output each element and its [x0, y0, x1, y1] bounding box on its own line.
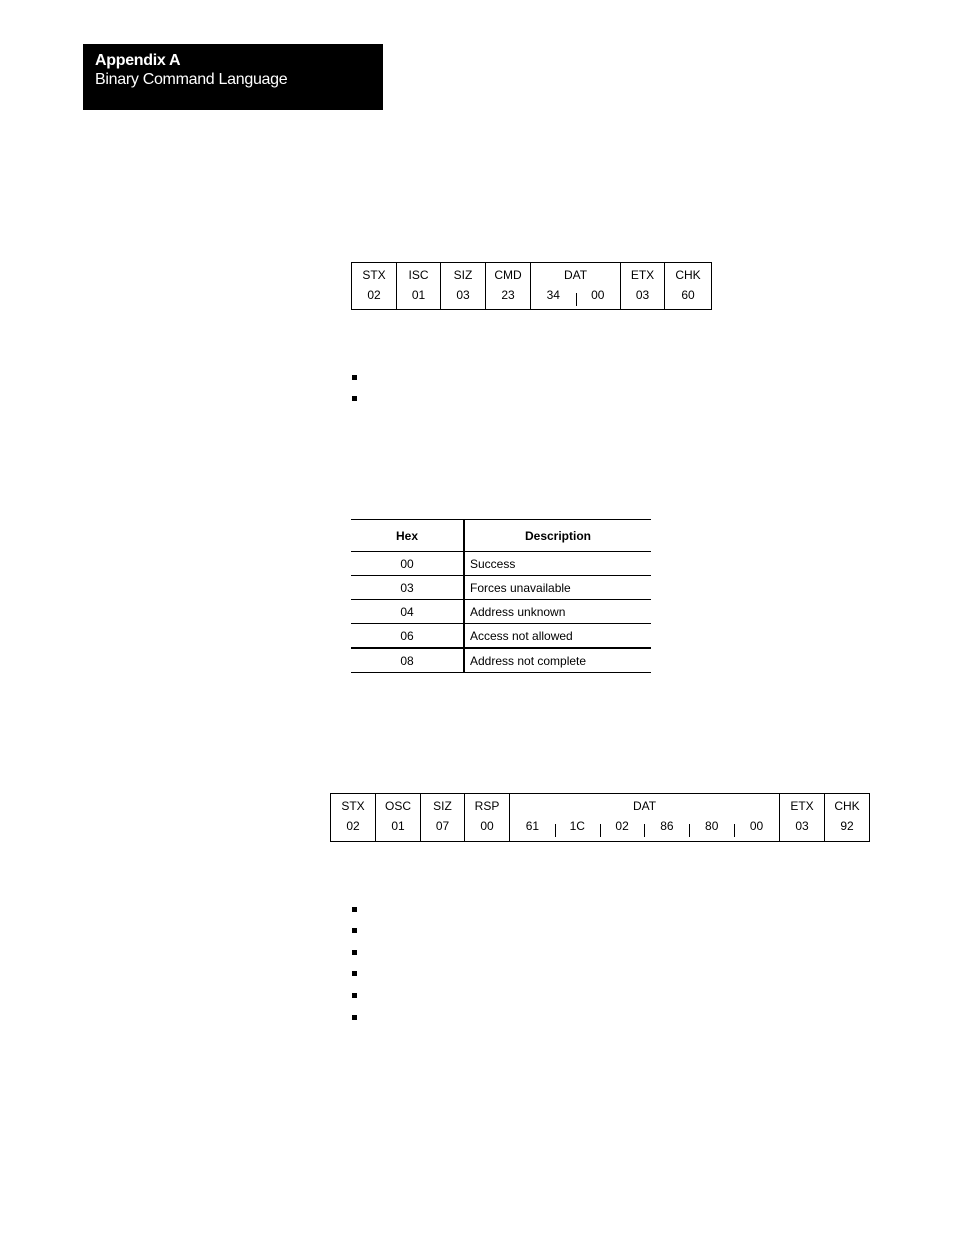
status-code-table: Hex Description 00 Success 03 Forces una… [351, 519, 651, 673]
dat-values: 34 00 [531, 284, 620, 308]
bullet-icon [352, 396, 357, 401]
field-label: ETX [790, 799, 814, 813]
field-value: 03 [456, 288, 470, 302]
field-value: 01 [411, 288, 426, 302]
frame-field-chk: CHK 92 [825, 794, 869, 841]
frame-field-siz: SIZ 07 [421, 794, 465, 841]
field-value: 92 [840, 819, 854, 833]
field-label: SIZ [433, 799, 452, 813]
field-label: DAT [563, 268, 588, 282]
frame-field-stx: STX 02 [352, 263, 397, 309]
field-label: ETX [630, 268, 655, 282]
dat-byte: 86 [644, 815, 689, 839]
dat-byte: 80 [689, 815, 734, 839]
bullet-icon [352, 907, 357, 912]
field-value: 07 [435, 819, 450, 833]
frame-field-dat: DAT 61 1C 02 86 80 00 [510, 794, 780, 841]
field-label: CHK [834, 799, 860, 813]
frame-field-etx: ETX 03 [621, 263, 665, 309]
frame-field-stx: STX 02 [331, 794, 376, 841]
column-header-description: Description [464, 519, 651, 552]
bullet-icon [352, 971, 357, 976]
hex-cell: 08 [351, 648, 465, 673]
frame-field-cmd: CMD 23 [486, 263, 531, 309]
field-value: 00 [480, 819, 494, 833]
response-frame-diagram: STX 02 OSC 01 SIZ 07 RSP 00 DAT 61 1C 02… [330, 793, 870, 842]
frame-field-etx: ETX 03 [780, 794, 825, 841]
dat-byte: 00 [575, 284, 621, 308]
hex-cell: 04 [351, 599, 465, 624]
description-cell: Address unknown [464, 599, 651, 624]
appendix-header: Appendix A Binary Command Language [83, 44, 383, 110]
table-row: 06 Access not allowed [351, 623, 651, 649]
bullet-icon [352, 375, 357, 380]
hex-cell: 00 [351, 551, 465, 576]
field-label: DAT [632, 799, 657, 813]
appendix-label: Appendix A [95, 52, 181, 69]
table-row: 04 Address unknown [351, 599, 651, 624]
dat-byte: 34 [546, 288, 560, 302]
frame-field-rsp: RSP 00 [465, 794, 510, 841]
dat-byte: 1C [554, 815, 600, 839]
field-value: 03 [795, 819, 809, 833]
bullet-icon [352, 993, 357, 998]
description-cell: Address not complete [464, 648, 651, 673]
field-label: CHK [675, 268, 701, 282]
description-cell: Access not allowed [464, 623, 651, 649]
frame-field-siz: SIZ 03 [441, 263, 486, 309]
field-value: 02 [346, 819, 360, 833]
dat-byte: 61 [525, 819, 540, 833]
description-cell: Forces unavailable [464, 575, 651, 600]
field-label: RSP [474, 799, 500, 813]
table-row: 08 Address not complete [351, 648, 651, 673]
dat-byte: 02 [599, 815, 645, 839]
hex-cell: 06 [351, 623, 465, 649]
field-label: STX [362, 268, 386, 282]
dat-byte: 00 [734, 815, 779, 839]
frame-field-osc: OSC 01 [376, 794, 421, 841]
field-label: ISC [408, 268, 429, 282]
frame-field-isc: ISC 01 [397, 263, 441, 309]
dat-values: 61 1C 02 86 80 00 [510, 815, 779, 839]
table-row: 00 Success [351, 551, 651, 576]
bullet-icon [352, 950, 357, 955]
table-row: 03 Forces unavailable [351, 575, 651, 600]
bullet-icon [352, 928, 357, 933]
description-cell: Success [464, 551, 651, 576]
field-value: 60 [681, 288, 695, 302]
field-label: CMD [494, 268, 522, 282]
appendix-title: Binary Command Language [95, 71, 288, 88]
frame-field-dat: DAT 34 00 [531, 263, 621, 309]
field-value: 23 [501, 288, 515, 302]
field-label: SIZ [453, 268, 473, 282]
field-value: 02 [367, 288, 381, 302]
field-label: OSC [384, 799, 411, 813]
command-frame-diagram: STX 02 ISC 01 SIZ 03 CMD 23 DAT 34 00 ET… [351, 262, 712, 310]
hex-cell: 03 [351, 575, 465, 600]
field-value: 03 [635, 288, 650, 302]
column-header-hex: Hex [351, 519, 465, 552]
bullet-icon [352, 1015, 357, 1020]
frame-field-chk: CHK 60 [665, 263, 711, 309]
field-value: 01 [391, 819, 405, 833]
field-label: STX [341, 799, 365, 813]
